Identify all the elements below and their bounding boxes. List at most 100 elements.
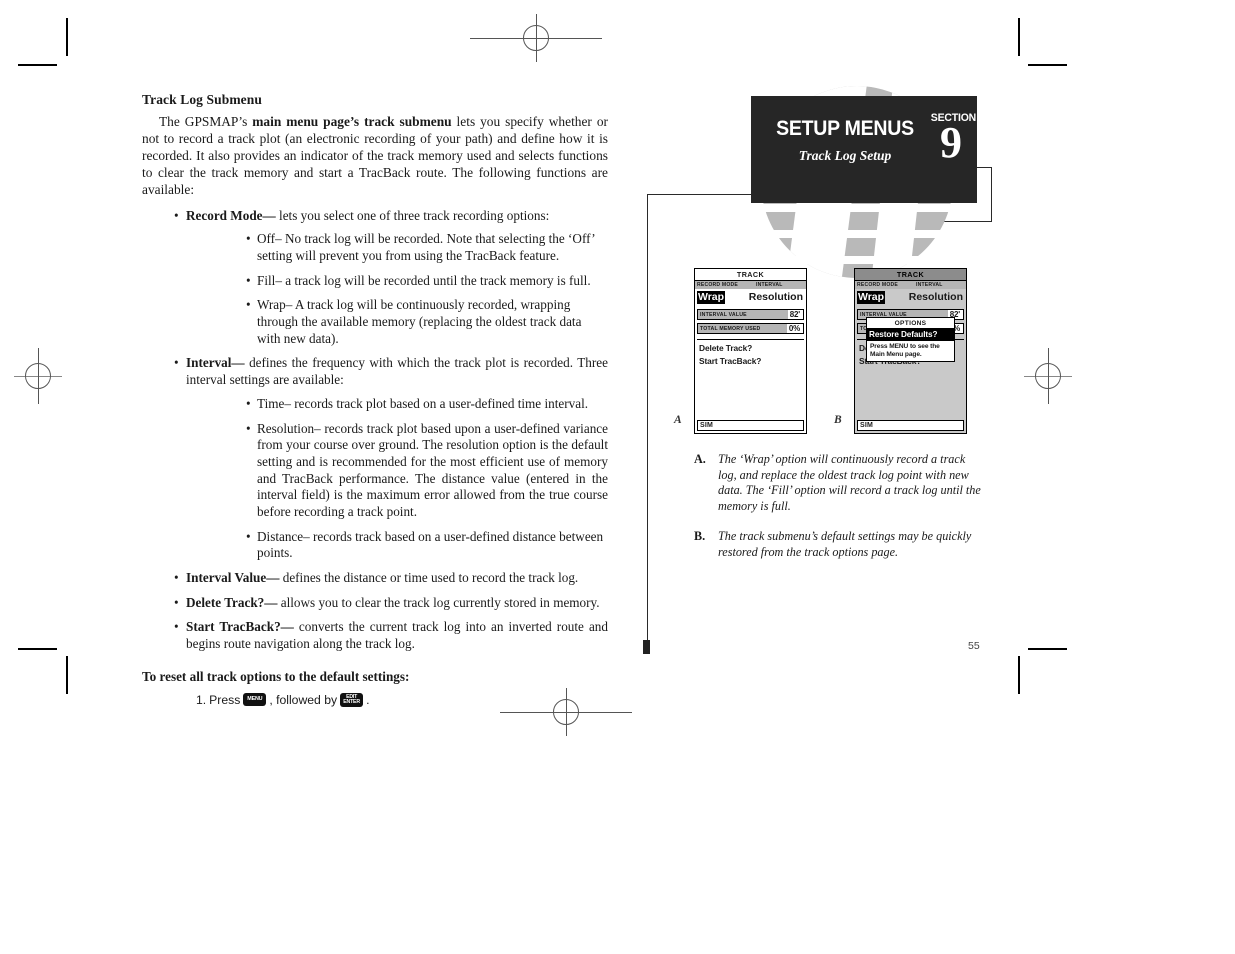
section-badge: SETUP MENUS Track Log Setup SECTION 9 (751, 96, 977, 203)
step-number: 1. (196, 692, 207, 707)
screen-a-record-mode-value[interactable]: Wrap (697, 291, 726, 304)
caption-b-mark: B. (694, 528, 706, 543)
list-item-delete-track: Delete Track?— allows you to clear the t… (174, 595, 608, 612)
desc-off: Off– No track log will be recorded. Note… (257, 231, 595, 264)
section-badge-subtitle: Track Log Setup (798, 148, 892, 163)
screen-a-label-row: RECORD MODE INTERVAL (695, 281, 806, 289)
figure-letter-a: A (674, 414, 682, 426)
manual-page: Track Log Submenu The GPSMAP’s main menu… (0, 0, 1235, 954)
screen-b-interval-label: INTERVAL (916, 282, 943, 288)
desc-fill: Fill– a track log will be recorded until… (257, 272, 591, 288)
gps-screen-a: TRACK RECORD MODE INTERVAL Wrap Resoluti… (694, 268, 807, 434)
procedure-heading: To reset all track options to the defaul… (142, 668, 410, 684)
desc-resolution: Resolution– records track plot based upo… (257, 420, 608, 519)
options-popup: OPTIONS Restore Defaults? Press MENU to … (866, 317, 955, 363)
caption-a-text: The ‘Wrap’ option will continuously reco… (718, 452, 981, 514)
gps-screen-b: TRACK RECORD MODE INTERVAL Wrap Resoluti… (854, 268, 967, 434)
screen-b-status-bar: SIM (857, 420, 964, 431)
list-item-resolution: Resolution– records track plot based upo… (246, 421, 608, 521)
list-item-interval: Interval— defines the frequency with whi… (174, 355, 608, 562)
menu-key-icon: MENU (243, 693, 267, 707)
section-badge-number: 9 (940, 118, 962, 167)
list-item-off: Off– No track log will be recorded. Note… (246, 231, 608, 264)
edit-enter-key-bottom-label: ENTER (343, 698, 360, 705)
screen-a-value-row: Wrap Resolution (695, 289, 806, 306)
screen-a-interval-label: INTERVAL (756, 282, 783, 288)
desc-wrap: Wrap– A track log will be continuously r… (257, 297, 582, 346)
body-text-column: Track Log Submenu The GPSMAP’s main menu… (142, 92, 608, 707)
list-item-distance: Distance– records track based on a user-… (246, 529, 608, 562)
page-title: Track Log Submenu (142, 92, 262, 107)
desc-time: Time– records track plot based on a user… (257, 395, 589, 411)
list-item-record-mode: Record Mode— lets you select one of thre… (174, 208, 608, 348)
list-item-time: Time– records track plot based on a user… (246, 396, 608, 413)
section-badge-title: SETUP MENUS (776, 117, 914, 140)
term-delete-track: Delete Track?— (186, 594, 278, 610)
screen-b-value-row: Wrap Resolution (855, 289, 966, 306)
screen-b-title: TRACK (855, 269, 966, 281)
screen-b-record-mode-label: RECORD MODE (857, 282, 898, 288)
desc-interval-value: defines the distance or time used to rec… (279, 570, 579, 586)
list-item-fill: Fill– a track log will be recorded until… (246, 273, 608, 290)
desc-interval: defines the frequency with which the tra… (186, 355, 608, 388)
sidebar-frame-vertical-left (647, 194, 649, 640)
screen-b-label-row: RECORD MODE INTERVAL (855, 281, 966, 289)
crop-mark-top-right-horizontal (1028, 64, 1067, 66)
desc-record-mode: lets you select one of three track recor… (275, 207, 550, 223)
screen-a-interval-value-setting[interactable]: Resolution (749, 291, 804, 304)
intro-paragraph: The GPSMAP’s main menu page’s track subm… (142, 114, 608, 199)
figure-captions: A. The ‘Wrap’ option will continuously r… (694, 452, 982, 574)
crop-mark-bottom-right-horizontal (1028, 648, 1067, 650)
desc-distance: Distance– records track based on a user-… (257, 528, 604, 561)
step-text-pre: Press (209, 692, 241, 707)
term-record-mode: Record Mode— (186, 207, 276, 223)
term-start-tracback: Start TracBack?— (186, 619, 294, 635)
procedure-step-1: 1. Press MENU , followed by EDIT ENTER . (196, 692, 608, 707)
intro-bold-phrase: main menu page’s track submenu (252, 113, 452, 129)
caption-b-text: The track submenu’s default settings may… (718, 528, 972, 559)
crop-mark-bottom-left-vertical (66, 656, 68, 694)
screen-a-total-memory-label: TOTAL MEMORY USED (698, 324, 787, 333)
screen-a-interval-value-field[interactable]: INTERVAL VALUE 82' (697, 309, 804, 320)
figure-letter-b: B (834, 414, 842, 426)
record-mode-sublist: Off– No track log will be recorded. Note… (186, 231, 608, 347)
term-interval: Interval— (186, 355, 245, 371)
screen-a-title: TRACK (695, 269, 806, 281)
caption-a-mark: A. (694, 452, 706, 466)
caption-a: A. The ‘Wrap’ option will continuously r… (694, 452, 982, 515)
list-item-interval-value: Interval Value— defines the distance or … (174, 570, 608, 587)
screen-a-record-mode-label: RECORD MODE (697, 282, 738, 288)
crop-mark-top-right-vertical (1018, 18, 1020, 56)
options-popup-note: Press MENU to see the Main Menu page. (867, 340, 954, 361)
screen-a-interval-value-field-value: 82' (789, 310, 800, 319)
options-popup-title: OPTIONS (867, 318, 954, 329)
edit-enter-key-icon: EDIT ENTER (340, 692, 364, 707)
caption-b: B. The track submenu’s default settings … (694, 529, 982, 560)
screen-b-interval-value-setting[interactable]: Resolution (909, 291, 964, 304)
screen-b-record-mode-value[interactable]: Wrap (857, 291, 886, 304)
crop-mark-top-left-vertical (66, 18, 68, 56)
footer-print-mark (643, 640, 650, 654)
screen-a-status-bar: SIM (697, 420, 804, 431)
screen-a-total-memory-value: 0% (788, 324, 800, 333)
interval-sublist: Time– records track plot based on a user… (186, 396, 608, 562)
crop-mark-bottom-right-vertical (1018, 656, 1020, 694)
desc-delete-track: allows you to clear the track log curren… (277, 594, 600, 610)
step-text-mid: , followed by (269, 692, 338, 707)
term-interval-value: Interval Value— (186, 570, 280, 586)
registration-mark-top (470, 14, 602, 62)
registration-mark-right (1024, 348, 1072, 404)
screen-a-interval-value-field-label: INTERVAL VALUE (698, 310, 788, 319)
intro-lead: The GPSMAP’s (159, 113, 253, 129)
list-item-wrap: Wrap– A track log will be continuously r… (246, 297, 608, 347)
step-text-post: . (366, 692, 370, 707)
crop-mark-bottom-left-horizontal (18, 648, 57, 650)
page-number: 55 (968, 640, 980, 652)
screen-a-delete-track-item[interactable]: Delete Track? (695, 340, 806, 353)
function-list: Record Mode— lets you select one of thre… (142, 208, 608, 653)
restore-defaults-option[interactable]: Restore Defaults? (867, 329, 954, 340)
crop-mark-top-left-horizontal (18, 64, 57, 66)
screen-a-total-memory-field: TOTAL MEMORY USED 0% (697, 323, 804, 334)
list-item-start-tracback: Start TracBack?— converts the current tr… (174, 619, 608, 652)
screen-a-start-tracback-item[interactable]: Start TracBack? (695, 353, 806, 366)
